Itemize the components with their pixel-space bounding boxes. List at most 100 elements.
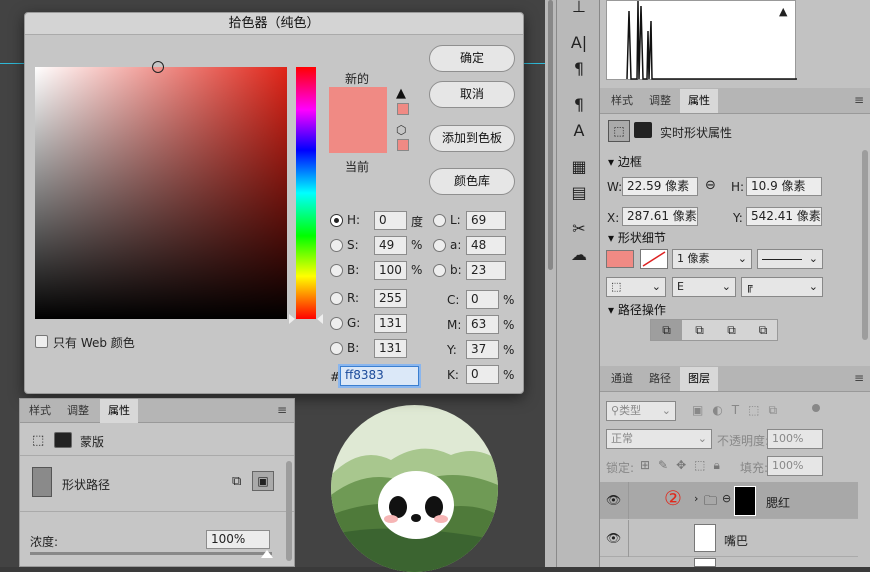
web-only-checkbox[interactable]: [35, 335, 48, 348]
blue-radio[interactable]: [330, 342, 343, 355]
layer-row-blush[interactable]: 👁︎ ② › 🗀︎ ⊖ 腮红: [600, 482, 858, 519]
hue-arrow-left-icon[interactable]: [289, 314, 295, 324]
tab-styles[interactable]: 样式: [22, 399, 58, 423]
tools-icon[interactable]: ✂: [557, 216, 601, 242]
bounds-section[interactable]: ▾ 边框: [608, 153, 642, 170]
l-field[interactable]: 69: [466, 211, 506, 230]
g-field[interactable]: 131: [374, 314, 407, 333]
cap-type-dropdown[interactable]: E ⌄: [672, 277, 736, 297]
m-field[interactable]: 63: [466, 315, 499, 334]
tab-properties[interactable]: 属性: [680, 89, 718, 113]
hue-arrow-right-icon[interactable]: [317, 314, 323, 324]
character-styles-icon[interactable]: A: [557, 118, 601, 144]
hex-field[interactable]: ff8383: [340, 366, 419, 386]
vector-mask-icon[interactable]: ⬚: [32, 433, 44, 448]
blue-field[interactable]: 131: [374, 339, 407, 358]
link-icon[interactable]: ⊖: [722, 492, 731, 505]
r-field[interactable]: 255: [374, 289, 407, 308]
notes-icon[interactable]: ▤: [557, 180, 601, 206]
density-slider-handle[interactable]: [261, 550, 273, 558]
visibility-eye-icon[interactable]: 👁︎: [606, 531, 621, 545]
color-libraries-button[interactable]: 颜色库: [429, 168, 515, 195]
cancel-button[interactable]: 取消: [429, 81, 515, 108]
panel-scrollbar[interactable]: [286, 461, 292, 561]
hue-slider[interactable]: [296, 67, 316, 319]
stroke-width-dropdown[interactable]: 1 像素 ⌄: [672, 249, 752, 269]
panel-menu-icon[interactable]: ≡: [854, 93, 864, 107]
s-radio[interactable]: [330, 239, 343, 252]
b-radio[interactable]: [330, 264, 343, 277]
lock-icons[interactable]: ⊞✎✥⬚🔒︎: [640, 458, 728, 473]
current-color-swatch[interactable]: [329, 121, 387, 153]
corner-type-dropdown[interactable]: ╔ ⌄: [741, 277, 823, 297]
l-radio[interactable]: [433, 214, 446, 227]
mask-props-icon[interactable]: [634, 122, 652, 138]
c-field[interactable]: 0: [466, 290, 499, 309]
h-field[interactable]: 10.9 像素: [746, 177, 822, 196]
x-field[interactable]: 287.61 像素: [622, 207, 698, 226]
gamut-swatch[interactable]: [397, 103, 409, 115]
add-to-swatches-button[interactable]: 添加到色板: [429, 125, 515, 152]
density-field[interactable]: 100%: [206, 530, 270, 549]
s-field[interactable]: 49: [374, 236, 407, 255]
paragraph-styles-icon[interactable]: ¶: [557, 92, 601, 118]
layer-thumbnail[interactable]: [694, 524, 716, 552]
lab-b-field[interactable]: 23: [466, 261, 506, 280]
ok-button[interactable]: 确定: [429, 45, 515, 72]
opacity-field[interactable]: 100%: [767, 429, 823, 449]
k-field[interactable]: 0: [466, 365, 499, 384]
panel-menu-icon[interactable]: ≡: [277, 403, 287, 417]
link-icon[interactable]: ⊖: [705, 178, 716, 193]
stroke-type-dropdown[interactable]: ⌄: [757, 249, 823, 269]
web-safe-swatch[interactable]: [397, 139, 409, 151]
visibility-eye-icon[interactable]: 👁︎: [606, 493, 621, 507]
exclude-shape-icon[interactable]: ⧉: [748, 320, 778, 340]
scroll-thumb[interactable]: [548, 0, 553, 270]
subtract-shape-icon[interactable]: ⧉: [684, 320, 715, 340]
gamut-warning-icon[interactable]: ▲: [396, 86, 406, 101]
tab-paths[interactable]: 路径: [642, 367, 678, 391]
intersect-shape-icon[interactable]: ⧉: [716, 320, 747, 340]
density-slider-track[interactable]: [30, 552, 272, 555]
group-mask-thumbnail[interactable]: [734, 486, 756, 516]
h-radio[interactable]: [330, 214, 343, 227]
layer-row-mouth[interactable]: 👁︎ 嘴巴: [600, 520, 858, 557]
color-marker[interactable]: [152, 61, 164, 73]
fill-swatch[interactable]: [606, 250, 634, 268]
stamp-icon[interactable]: ⊥: [557, 0, 601, 18]
filter-icons[interactable]: ▣◐T⬚⧉: [692, 403, 786, 418]
w-field[interactable]: 22.59 像素: [622, 177, 698, 196]
saturation-brightness-field[interactable]: [35, 61, 287, 319]
a-radio[interactable]: [433, 239, 446, 252]
character-icon[interactable]: A|: [557, 30, 601, 56]
y-field[interactable]: 37: [466, 340, 499, 359]
shape-detail-section[interactable]: ▾ 形状细节: [608, 229, 666, 246]
g-radio[interactable]: [330, 317, 343, 330]
props-scrollbar[interactable]: [862, 150, 868, 340]
tab-adjustments[interactable]: 调整: [642, 89, 678, 113]
layer-comps-icon[interactable]: ▦: [557, 154, 601, 180]
r-radio[interactable]: [330, 292, 343, 305]
fill-field[interactable]: 100%: [767, 456, 823, 476]
canvas-scrollbar[interactable]: [545, 0, 556, 567]
combine-shapes-icon[interactable]: ⧉: [651, 320, 682, 340]
blend-mode-dropdown[interactable]: 正常 ⌄: [606, 429, 712, 449]
tab-channels[interactable]: 通道: [604, 367, 640, 391]
lab-b-radio[interactable]: [433, 264, 446, 277]
filter-kind-dropdown[interactable]: ⚲类型 ⌄: [606, 401, 676, 421]
paragraph-icon[interactable]: ¶: [557, 56, 601, 82]
align-stroke-dropdown[interactable]: ⬚ ⌄: [606, 277, 666, 297]
h-field[interactable]: 0: [374, 211, 407, 230]
path-ops-section[interactable]: ▾ 路径操作: [608, 301, 666, 318]
expand-chevron-icon[interactable]: ›: [694, 492, 698, 505]
filter-toggle-icon[interactable]: [812, 404, 820, 412]
tab-layers[interactable]: 图层: [680, 367, 718, 391]
histogram-warning-icon[interactable]: ▲: [779, 5, 787, 18]
shape-props-icon[interactable]: ⬚: [608, 120, 630, 142]
tab-properties[interactable]: 属性: [100, 399, 138, 423]
a-field[interactable]: 48: [466, 236, 506, 255]
panel-menu-icon[interactable]: ≡: [854, 371, 864, 385]
y-field[interactable]: 542.41 像素: [746, 207, 822, 226]
tab-adjustments[interactable]: 调整: [60, 399, 96, 423]
shape-mode-icon[interactable]: ▣: [252, 471, 274, 491]
